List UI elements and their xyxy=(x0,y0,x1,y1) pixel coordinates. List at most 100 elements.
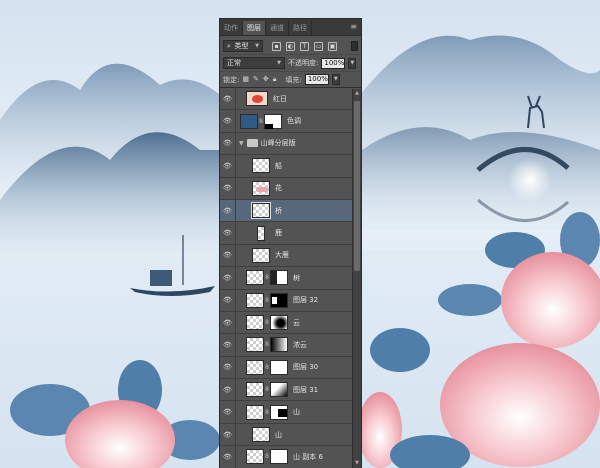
lock-all-icon[interactable]: 🔒︎ xyxy=(273,75,277,84)
layer-thumbnail xyxy=(252,158,270,174)
layers-scrollbar[interactable]: ▲ ▼ xyxy=(352,89,361,468)
layer-thumbnail xyxy=(257,225,265,241)
opacity-dropdown-icon[interactable]: ▼ xyxy=(348,57,357,69)
layers-panel: 动作 图层 通道 路径 ≡ ⌕ 类型 ▼ ▪ ◐ T ▭ ▣ 正常 ▼ 不透明度… xyxy=(219,18,362,468)
tab-actions[interactable]: 动作 xyxy=(220,21,243,35)
folder-icon xyxy=(246,139,258,148)
layer-row[interactable]: 👁︎ 8 色调 xyxy=(220,110,353,133)
layer-row[interactable]: 👁︎ 8 图层 30 xyxy=(220,356,353,380)
layer-name: 山 副本 6 xyxy=(293,452,323,461)
search-icon: ⌕ xyxy=(227,42,231,50)
filter-icons: ▪ ◐ T ▭ ▣ xyxy=(272,41,337,51)
lock-transparent-icon[interactable]: ▦ xyxy=(242,75,249,84)
layer-name: 图层 30 xyxy=(293,363,319,372)
visibility-eye-icon[interactable]: 👁︎ xyxy=(220,446,236,468)
kind-filter-value: 类型 xyxy=(234,42,249,50)
opacity-input[interactable]: 100% xyxy=(321,57,346,69)
layer-row[interactable]: 👁︎ 花 xyxy=(220,177,353,200)
fill-label: 填充: xyxy=(285,75,302,84)
fill-input[interactable]: 100% xyxy=(304,74,329,85)
expand-arrow-icon[interactable]: ▼ xyxy=(239,140,244,147)
mountain-right xyxy=(362,127,600,230)
layer-row-selected[interactable]: 👁︎ 桥 xyxy=(220,199,353,223)
visibility-eye-icon[interactable]: 👁︎ xyxy=(220,244,236,267)
filter-toggle[interactable] xyxy=(351,41,358,51)
pixel-filter-icon[interactable]: ▪ xyxy=(272,41,281,51)
layer-thumbnail xyxy=(252,427,270,443)
visibility-eye-icon[interactable]: 👁︎ xyxy=(220,311,236,334)
blend-row: 正常 ▼ 不透明度: 100% ▼ xyxy=(220,55,361,72)
layer-name: 大雁 xyxy=(275,251,289,260)
visibility-eye-icon[interactable]: 👁︎ xyxy=(220,267,236,289)
layer-name: 山 xyxy=(275,430,282,439)
layer-name: 云 xyxy=(293,318,300,327)
layer-row[interactable]: 👁︎ 红日 xyxy=(220,88,353,111)
layer-thumbnail xyxy=(246,292,264,308)
fill-dropdown-icon[interactable]: ▼ xyxy=(331,74,340,85)
lock-icons: ▦ ✎ ✥ 🔒︎ xyxy=(242,75,276,84)
lock-position-icon[interactable]: ✥ xyxy=(263,75,269,84)
layer-mask-thumbnail xyxy=(270,292,288,308)
layer-name: 树 xyxy=(293,273,300,282)
visibility-eye-icon[interactable]: 👁︎ xyxy=(220,155,236,177)
adjustment-filter-icon[interactable]: ◐ xyxy=(286,41,295,51)
scrollbar-thumb[interactable] xyxy=(354,101,360,271)
visibility-eye-icon[interactable]: 👁︎ xyxy=(220,132,236,155)
visibility-eye-icon[interactable]: 👁︎ xyxy=(220,199,236,222)
blend-mode-select[interactable]: 正常 ▼ xyxy=(223,57,285,69)
layer-thumbnail xyxy=(246,382,264,398)
layer-thumbnail xyxy=(246,449,264,465)
layer-name: 山 xyxy=(293,408,300,417)
layer-row[interactable]: 👁︎ 8 浓云 xyxy=(220,334,353,357)
visibility-eye-icon[interactable]: 👁︎ xyxy=(220,423,236,446)
filter-row: ⌕ 类型 ▼ ▪ ◐ T ▭ ▣ xyxy=(220,38,361,55)
layer-thumbnail xyxy=(246,359,264,375)
tab-paths[interactable]: 路径 xyxy=(289,21,312,35)
layer-row[interactable]: 👁︎ 8 图层 32 xyxy=(220,289,353,312)
layer-group-row[interactable]: 👁︎ ▼ 山峰分层版 xyxy=(220,132,353,156)
layer-row[interactable]: 👁︎ 8 树 xyxy=(220,267,353,290)
kind-filter-select[interactable]: ⌕ 类型 ▼ xyxy=(223,40,263,52)
layer-mask-thumbnail xyxy=(264,113,282,129)
layer-name: 图层 32 xyxy=(293,296,319,305)
layer-row[interactable]: 👁︎ 鹿 xyxy=(220,222,353,245)
panel-menu-icon[interactable]: ≡ xyxy=(350,22,357,32)
layer-row[interactable]: 👁︎ 8 图层 31 xyxy=(220,379,353,402)
visibility-eye-icon[interactable]: 👁︎ xyxy=(220,334,236,356)
layer-mask-thumbnail xyxy=(270,404,288,420)
layer-row[interactable]: 👁︎ 大雁 xyxy=(220,244,353,268)
lock-row: 锁定: ▦ ✎ ✥ 🔒︎ 填充: 100% ▼ xyxy=(220,72,361,88)
layer-row[interactable]: 👁︎ 8 山 副本 6 xyxy=(220,446,353,468)
layer-mask-thumbnail xyxy=(270,359,288,375)
layer-name: 船 xyxy=(275,161,282,170)
visibility-eye-icon[interactable]: 👁︎ xyxy=(220,177,236,199)
layer-row[interactable]: 👁︎ 船 xyxy=(220,155,353,178)
scroll-down-icon[interactable]: ▼ xyxy=(354,460,360,468)
opacity-label: 不透明度: xyxy=(288,59,319,67)
smart-object-filter-icon[interactable]: ▣ xyxy=(328,41,337,51)
visibility-eye-icon[interactable]: 👁︎ xyxy=(220,88,236,110)
layer-name: 浓云 xyxy=(293,340,307,349)
layer-row[interactable]: 👁︎ 8 云 xyxy=(220,311,353,335)
visibility-eye-icon[interactable]: 👁︎ xyxy=(220,401,236,423)
layer-name: 花 xyxy=(275,184,282,193)
panel-tab-bar: 动作 图层 通道 路径 ≡ xyxy=(220,19,361,36)
shape-filter-icon[interactable]: ▭ xyxy=(314,41,323,51)
tab-layers[interactable]: 图层 xyxy=(243,21,266,35)
layer-row[interactable]: 👁︎ 山 xyxy=(220,423,353,447)
visibility-eye-icon[interactable]: 👁︎ xyxy=(220,356,236,379)
type-filter-icon[interactable]: T xyxy=(300,41,309,51)
layer-list: 👁︎ 红日 👁︎ 8 色调 👁︎ ▼ 山峰分层版 👁︎ 船 👁︎ 花 👁︎ 桥 … xyxy=(220,88,361,468)
layer-thumbnail xyxy=(251,202,271,220)
layer-row[interactable]: 👁︎ 8 山 xyxy=(220,401,353,424)
chevron-down-icon: ▼ xyxy=(277,60,281,66)
chevron-down-icon: ▼ xyxy=(255,43,259,49)
visibility-eye-icon[interactable]: 👁︎ xyxy=(220,379,236,401)
layer-name: 鹿 xyxy=(275,229,282,238)
visibility-eye-icon[interactable]: 👁︎ xyxy=(220,222,236,244)
lock-image-icon[interactable]: ✎ xyxy=(253,75,259,84)
visibility-eye-icon[interactable]: 👁︎ xyxy=(220,289,236,311)
visibility-eye-icon[interactable]: 👁︎ xyxy=(220,110,236,132)
scroll-up-icon[interactable]: ▲ xyxy=(354,90,360,98)
tab-channels[interactable]: 通道 xyxy=(266,21,289,35)
